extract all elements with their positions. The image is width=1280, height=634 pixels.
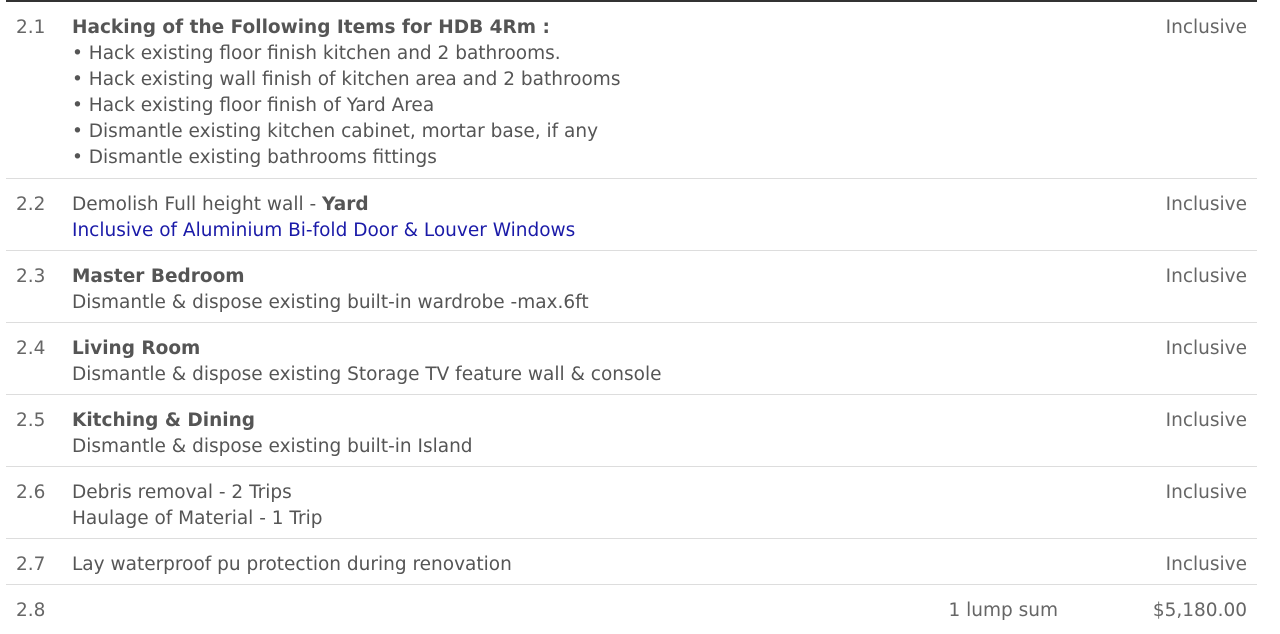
item-title-bold: Yard <box>322 194 369 215</box>
item-detail: Dismantle & dispose existing Storage TV … <box>72 364 662 385</box>
table-row: 2.3 Master Bedroom Dismantle & dispose e… <box>6 251 1257 323</box>
item-description: Demolish Full height wall - Yard Inclusi… <box>72 192 972 244</box>
item-number: 2.2 <box>16 194 46 215</box>
item-description: Debris removal - 2 Trips Haulage of Mate… <box>72 480 972 532</box>
item-title-line: Demolish Full height wall - Yard <box>72 192 972 218</box>
table-row: 2.6 Debris removal - 2 Trips Haulage of … <box>6 467 1257 539</box>
item-title: Master Bedroom <box>72 266 245 287</box>
item-number: 2.6 <box>16 482 46 503</box>
item-amount: Inclusive <box>1165 338 1247 359</box>
item-amount: $5,180.00 <box>1152 600 1247 621</box>
item-description: Kitching & Dining Dismantle & dispose ex… <box>72 408 972 460</box>
item-number: 2.7 <box>16 554 46 575</box>
item-detail: Dismantle & dispose existing built-in wa… <box>72 292 589 313</box>
table-row: 2.4 Living Room Dismantle & dispose exis… <box>6 323 1257 395</box>
item-amount: Inclusive <box>1165 482 1247 503</box>
item-amount: Inclusive <box>1165 554 1247 575</box>
table-row: 2.8 1 lump sum $5,180.00 <box>6 585 1257 633</box>
item-description: Living Room Dismantle & dispose existing… <box>72 336 972 388</box>
item-number: 2.3 <box>16 266 46 287</box>
item-description: Master Bedroom Dismantle & dispose exist… <box>72 264 972 316</box>
item-amount: Inclusive <box>1165 410 1247 431</box>
table-row: 2.2 Demolish Full height wall - Yard Inc… <box>6 179 1257 251</box>
table-row: 2.5 Kitching & Dining Dismantle & dispos… <box>6 395 1257 467</box>
item-amount: Inclusive <box>1165 17 1247 38</box>
item-number: 2.4 <box>16 338 46 359</box>
item-line: Haulage of Material - 1 Trip <box>72 508 323 529</box>
item-bullet: • Dismantle existing bathrooms fittings <box>72 147 437 168</box>
item-description: Hacking of the Following Items for HDB 4… <box>72 15 972 171</box>
item-title: Kitching & Dining <box>72 410 256 431</box>
item-bullet: • Hack existing floor finish of Yard Are… <box>72 95 435 116</box>
item-quantity: 1 lump sum <box>948 600 1058 621</box>
item-description: Lay waterproof pu protection during reno… <box>72 552 972 578</box>
item-amount: Inclusive <box>1165 194 1247 215</box>
item-number: 2.5 <box>16 410 46 431</box>
item-line: Lay waterproof pu protection during reno… <box>72 554 512 575</box>
quotation-table: 2.1 Hacking of the Following Items for H… <box>6 0 1257 633</box>
item-bullet: • Dismantle existing kitchen cabinet, mo… <box>72 121 599 142</box>
item-bullet: • Hack existing floor finish kitchen and… <box>72 43 561 64</box>
table-row: 2.7 Lay waterproof pu protection during … <box>6 539 1257 585</box>
item-amount: Inclusive <box>1165 266 1247 287</box>
item-title: Hacking of the Following Items for HDB 4… <box>72 17 550 38</box>
table-row: 2.1 Hacking of the Following Items for H… <box>6 2 1257 179</box>
item-title: Living Room <box>72 338 201 359</box>
item-note: Inclusive of Aluminium Bi-fold Door & Lo… <box>72 220 576 241</box>
item-detail: Dismantle & dispose existing built-in Is… <box>72 436 473 457</box>
item-bullet: • Hack existing wall finish of kitchen a… <box>72 69 621 90</box>
item-number: 2.8 <box>16 600 46 621</box>
item-line: Debris removal - 2 Trips <box>72 482 292 503</box>
item-title-prefix: Demolish Full height wall - <box>72 194 323 215</box>
item-number: 2.1 <box>16 17 46 38</box>
